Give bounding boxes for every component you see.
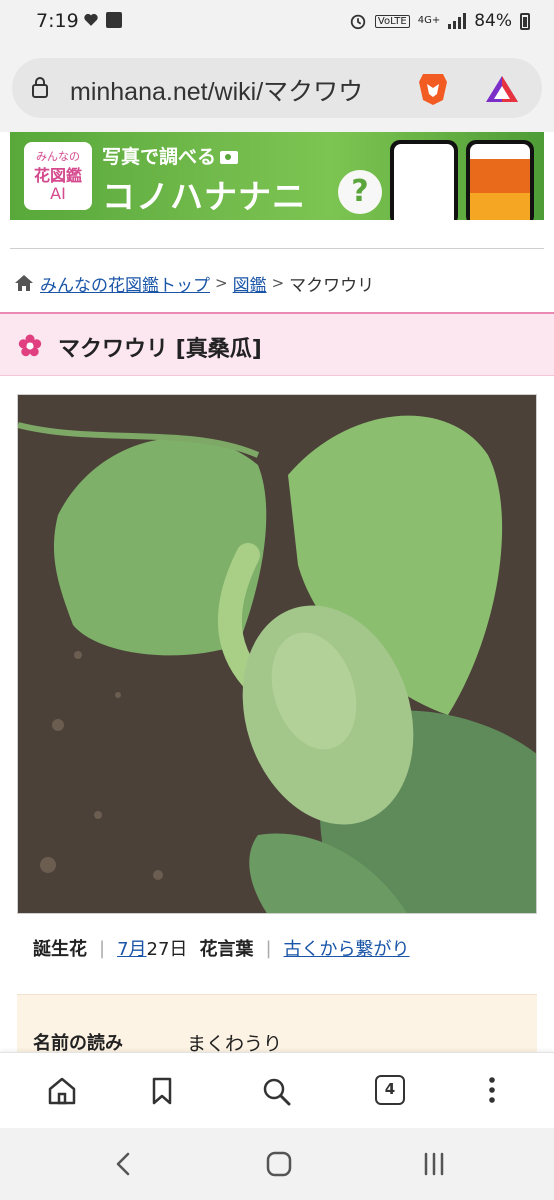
flower-icon xyxy=(18,334,42,357)
lock-icon[interactable] xyxy=(32,76,48,98)
banner-headline: コノハナナニ xyxy=(102,177,306,216)
banner-logo: みんなの 花図鑑 AI xyxy=(24,142,92,210)
gallery-icon xyxy=(106,12,122,28)
breadcrumb: みんなの花図鑑トップ > 図鑑 > マクワウリ xyxy=(14,268,374,298)
browser-chrome: minhana.net/wiki/マクワウ xyxy=(0,46,554,132)
ai-banner[interactable]: みんなの 花図鑑 AI 写真で調べる コノハナナニ ? xyxy=(10,132,544,220)
plant-photo[interactable] xyxy=(17,394,537,914)
recents-icon[interactable] xyxy=(416,1148,452,1180)
status-bar: 7:19 VoLTE 4G+ 84% xyxy=(0,0,554,46)
bookmark-icon[interactable] xyxy=(142,1071,182,1111)
flower-language-label: 花言葉 xyxy=(199,939,254,960)
home-icon[interactable] xyxy=(14,274,34,292)
page-title: マクワウリ [真桑瓜] xyxy=(58,337,262,362)
back-icon[interactable] xyxy=(106,1148,142,1180)
system-nav-bar xyxy=(0,1128,554,1200)
status-time: 7:19 xyxy=(36,10,79,32)
flower-language-link[interactable]: 古くから繋がり xyxy=(284,935,410,961)
home-icon[interactable] xyxy=(42,1071,82,1111)
camera-icon xyxy=(220,151,239,164)
signal-icon xyxy=(448,13,467,29)
url-text[interactable]: minhana.net/wiki/マクワウ xyxy=(70,72,410,108)
birth-day: 27日 xyxy=(146,939,188,960)
question-icon: ? xyxy=(338,170,382,214)
details-table: 名前の読み まくわうり xyxy=(17,994,537,1055)
breadcrumb-current: マクワウリ xyxy=(289,275,375,296)
info-line: 誕生花 | 7月 27日 花言葉 | 古くから繋がり xyxy=(33,934,410,962)
heart-icon xyxy=(84,13,98,26)
banner-subtitle: 写真で調べる xyxy=(102,142,239,169)
brave-shield-icon[interactable] xyxy=(417,70,449,106)
alarm-icon xyxy=(350,14,366,30)
rewards-icon[interactable] xyxy=(484,74,520,104)
phone-mockup-icon xyxy=(466,140,534,220)
address-bar[interactable]: minhana.net/wiki/マクワウ xyxy=(12,58,542,118)
tabs-button[interactable]: 4 xyxy=(375,1075,405,1105)
phone-mockup-icon xyxy=(390,140,458,220)
breadcrumb-section-link[interactable]: 図鑑 xyxy=(233,271,267,296)
volte-badge: VoLTE xyxy=(374,14,410,28)
title-band: マクワウリ [真桑瓜] xyxy=(0,312,554,376)
browser-toolbar: 4 xyxy=(0,1052,554,1129)
divider xyxy=(10,248,544,249)
home-nav-icon[interactable] xyxy=(261,1148,297,1180)
search-icon[interactable] xyxy=(256,1071,296,1111)
battery-icon xyxy=(520,12,530,30)
month-link[interactable]: 7月 xyxy=(117,935,146,961)
birth-flower-label: 誕生花 xyxy=(33,939,87,960)
breadcrumb-home-link[interactable]: みんなの花図鑑トップ xyxy=(40,271,210,296)
battery-percent: 84% xyxy=(474,11,512,31)
network-type: 4G+ xyxy=(417,15,441,26)
menu-icon[interactable] xyxy=(472,1071,512,1111)
